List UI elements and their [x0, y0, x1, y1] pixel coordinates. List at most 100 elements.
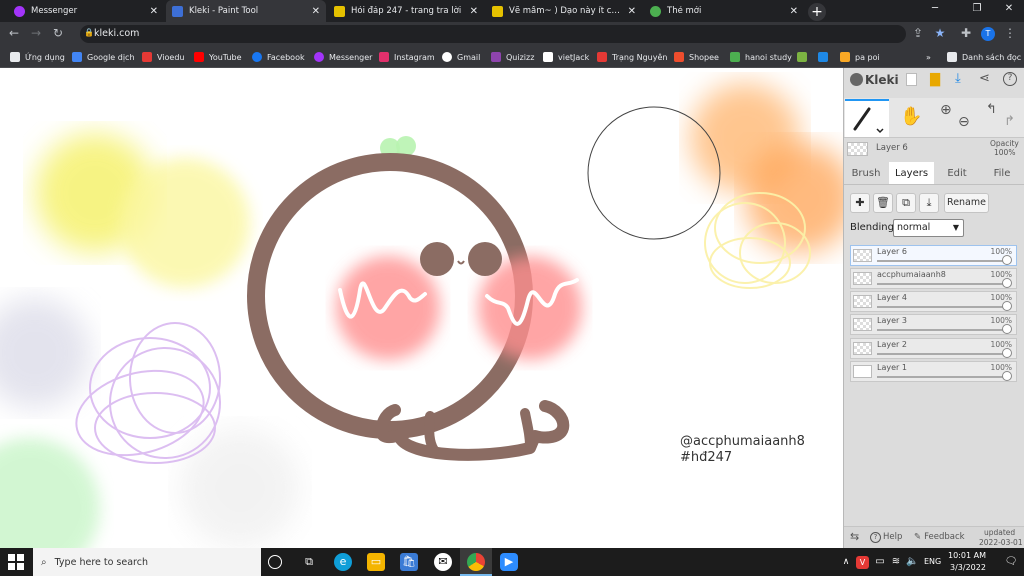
star-icon[interactable]: ★ — [932, 26, 948, 40]
hand-tool-icon[interactable]: ✋ — [900, 106, 922, 127]
rename-layer-button[interactable]: Rename — [944, 193, 989, 213]
close-icon[interactable]: ✕ — [312, 6, 320, 17]
layer-opacity-handle[interactable] — [1002, 324, 1012, 334]
close-icon[interactable]: ✕ — [628, 6, 636, 17]
maximize-icon[interactable]: ❐ — [962, 3, 992, 14]
reload-icon[interactable]: ↻ — [50, 26, 66, 40]
bookmark-vioedu[interactable]: Vioedu — [142, 46, 184, 68]
bookmark-extra-1[interactable] — [797, 46, 812, 68]
layer-item[interactable]: Layer 2 100% — [850, 338, 1017, 359]
undo-icon[interactable]: ↰ — [986, 102, 997, 117]
zoom-out-icon[interactable]: ⊖ — [958, 114, 970, 130]
minimize-icon[interactable]: ─ — [920, 3, 950, 14]
layer-item[interactable]: Layer 6 100% — [850, 245, 1017, 266]
blending-mode-select[interactable]: normal ▼ — [893, 219, 964, 237]
bookmark-gmail[interactable]: Gmail — [442, 46, 480, 68]
close-window-icon[interactable]: ✕ — [994, 3, 1024, 14]
forward-icon[interactable]: → — [28, 26, 44, 40]
close-icon[interactable]: ✕ — [790, 6, 798, 17]
layer-opacity-track[interactable] — [877, 306, 1008, 308]
bookmark-facebook[interactable]: Facebook — [252, 46, 305, 68]
add-layer-button[interactable]: ✚ — [850, 193, 870, 213]
layer-opacity-track[interactable] — [877, 283, 1008, 285]
bookmark-apps[interactable]: Ứng dụng — [10, 46, 65, 68]
tab-layers[interactable]: Layers — [889, 162, 934, 184]
feedback-link[interactable]: ✎ Feedback — [914, 532, 965, 542]
file-explorer-icon[interactable]: ▭ — [367, 553, 385, 571]
profile-avatar[interactable]: T — [981, 27, 995, 41]
bookmark-pa-poi[interactable]: pa poi — [840, 46, 880, 68]
bookmarks-overflow[interactable]: » — [926, 46, 931, 68]
lock-icon[interactable]: 🔒 — [84, 28, 94, 37]
bookmark-google-dich[interactable]: Google dịch — [72, 46, 135, 68]
menu-icon[interactable]: ⋮ — [1002, 26, 1018, 40]
duplicate-layer-button[interactable]: ⧉ — [896, 193, 916, 213]
tab-file[interactable]: File — [980, 162, 1024, 184]
share-icon[interactable]: ⋖ — [979, 71, 990, 86]
drawing-canvas[interactable] — [0, 68, 843, 548]
reading-list[interactable]: Danh sách đọc — [947, 46, 1021, 68]
layer-opacity-track[interactable] — [877, 329, 1008, 331]
browser-tab-ve-mam[interactable]: Vẽ mầm~ ) Dạo này ít cầu vẽ mầ ✕ — [486, 0, 642, 22]
bookmark-extra-2[interactable] — [818, 46, 833, 68]
zoom-app-icon[interactable]: ▶ — [500, 553, 518, 571]
merge-layer-button[interactable]: ⤓ — [919, 193, 939, 213]
chrome-taskbar-active[interactable] — [460, 548, 492, 576]
edge-icon[interactable]: e — [334, 553, 352, 571]
layer-opacity-handle[interactable] — [1002, 301, 1012, 311]
address-bar[interactable] — [80, 25, 906, 43]
tab-edit[interactable]: Edit — [935, 162, 979, 184]
messenger-app-icon[interactable]: ✉ — [434, 553, 452, 571]
layer-opacity-track[interactable] — [877, 376, 1008, 378]
bookmark-messenger[interactable]: Messenger — [314, 46, 372, 68]
browser-tab-hoidap[interactable]: Hỏi đáp 247 - trang tra lời ✕ — [328, 0, 484, 22]
zoom-in-icon[interactable]: ⊕ — [940, 102, 952, 118]
layer-opacity-track[interactable] — [877, 353, 1008, 355]
notifications-icon[interactable]: 🗨 — [1004, 553, 1018, 571]
bookmark-vietjack[interactable]: vietJack — [543, 46, 589, 68]
help-link[interactable]: ? Help — [870, 532, 902, 543]
windows-start-icon[interactable] — [8, 554, 24, 570]
brush-tool-button[interactable] — [845, 99, 889, 137]
bookmark-hanoi-study[interactable]: hanoi study — [730, 46, 792, 68]
redo-icon[interactable]: ↱ — [1004, 114, 1015, 129]
layer-opacity-handle[interactable] — [1002, 255, 1012, 265]
cortana-icon[interactable] — [268, 555, 282, 569]
new-tab-button[interactable]: + — [808, 3, 826, 21]
share-icon[interactable]: ⇪ — [910, 26, 926, 40]
browser-tab-messenger[interactable]: Messenger ✕ — [8, 0, 164, 22]
store-icon[interactable]: 🛍 — [400, 553, 418, 571]
delete-layer-button[interactable]: 🗑 — [873, 193, 893, 213]
close-icon[interactable]: ✕ — [150, 6, 158, 17]
taskbar-search-box[interactable]: ⌕ Type here to search — [33, 548, 261, 576]
browser-tab-kleki[interactable]: Kleki - Paint Tool ✕ — [166, 0, 326, 22]
bookmark-youtube[interactable]: YouTube — [194, 46, 242, 68]
layer-item[interactable]: Layer 1 100% — [850, 361, 1017, 382]
chevron-up-icon[interactable]: ∧ — [840, 553, 852, 571]
clock-time[interactable]: 10:01 AM — [948, 551, 986, 560]
url-text[interactable]: kleki.com — [94, 28, 139, 39]
layer-item[interactable]: Layer 3 100% — [850, 314, 1017, 335]
close-icon[interactable]: ✕ — [470, 6, 478, 17]
battery-icon[interactable]: ▭ — [874, 553, 886, 571]
vivaldi-tray-icon[interactable]: V — [856, 556, 869, 569]
help-icon[interactable]: ? — [1003, 72, 1017, 86]
save-icon[interactable]: ▇ — [930, 72, 940, 87]
task-view-icon[interactable]: ⧉ — [300, 553, 318, 571]
layer-opacity-handle[interactable] — [1002, 348, 1012, 358]
layer-opacity-track[interactable] — [877, 260, 1008, 262]
bookmark-quizizz[interactable]: Quizizz — [491, 46, 534, 68]
wifi-icon[interactable]: ≋ — [890, 553, 902, 571]
bookmark-shopee[interactable]: Shopee — [674, 46, 719, 68]
bookmark-instagram[interactable]: Instagram — [379, 46, 435, 68]
layer-opacity-handle[interactable] — [1002, 371, 1012, 381]
swap-sides-icon[interactable]: ⇆ — [850, 530, 859, 543]
browser-tab-new[interactable]: Thẻ mới ✕ — [644, 0, 804, 22]
tab-brush[interactable]: Brush — [844, 162, 888, 184]
layer-item[interactable]: accphumaiaanh8 100% — [850, 268, 1017, 289]
volume-icon[interactable]: 🔈 — [906, 553, 918, 571]
layer-opacity-handle[interactable] — [1002, 278, 1012, 288]
new-image-icon[interactable] — [906, 73, 917, 86]
download-icon[interactable]: ⤓ — [955, 71, 961, 86]
input-language[interactable]: ENG — [924, 557, 941, 566]
